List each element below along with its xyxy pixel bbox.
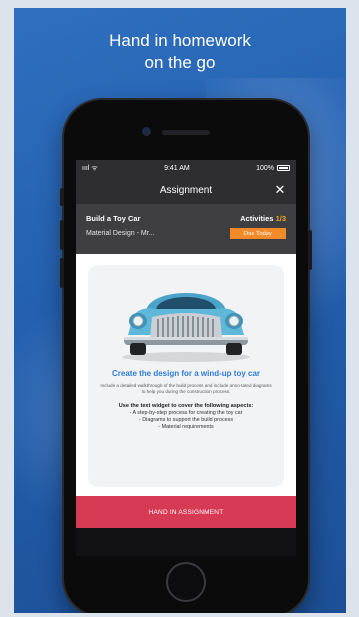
hand-in-assignment-button[interactable]: HAND IN ASSIGNMENT [76,496,296,528]
activities-count: 1/3 [275,214,286,223]
aspect-item: - Diagrams to support the build process [138,417,234,424]
widget-heading: Use the text widget to cover the followi… [118,403,254,410]
status-bar: ıııl ᯤ 9:41 AM 100% [76,160,296,176]
mute-switch [60,188,64,206]
front-camera [142,127,151,136]
assignment-info-bar: Build a Toy Car Activities 1/3 Material … [76,204,296,254]
status-left: ıııl ᯤ [82,164,98,173]
headline: Hand in homework on the go [14,30,346,74]
headline-line-1: Hand in homework [109,31,251,50]
material-subtitle: Material Design - Mr... [86,230,155,237]
close-icon[interactable]: ✕ [272,182,288,198]
battery-percent: 100% [256,164,274,172]
status-right: 100% [256,165,290,172]
phone-device: ıııl ᯤ 9:41 AM 100% Assignment ✕ Build a… [60,100,312,613]
aspect-item: - A step-by-step process for creating th… [129,410,243,417]
screen-title: Assignment [159,184,213,196]
promo-frame: Hand in homework on the go ıııl ᯤ 9:41 A… [14,8,346,613]
bottom-strip [76,528,296,556]
aspects-list: - A step-by-step process for creating th… [88,410,284,431]
volume-down-button [60,258,64,288]
signal-icon: ıııl ᯤ [82,164,98,172]
card-heading: Create the design for a wind-up toy car [111,369,261,378]
navigation-bar: Assignment ✕ [76,176,296,204]
home-button[interactable] [166,562,206,602]
due-badge: Due Today [229,228,286,239]
earpiece-speaker [162,130,210,135]
battery-icon [276,165,290,171]
info-row-bottom: Material Design - Mr... Due Today [86,228,286,239]
card-description: Include a detailed walkthrough of the bu… [100,383,272,395]
assignment-card: Create the design for a wind-up toy car … [88,265,284,487]
assignment-title: Build a Toy Car [86,214,141,223]
app-screen: ıııl ᯤ 9:41 AM 100% Assignment ✕ Build a… [76,160,296,556]
car-illustration [122,293,250,362]
activities-indicator: Activities 1/3 [240,214,286,223]
status-time: 9:41 AM [164,164,190,172]
activities-label: Activities [240,214,274,223]
volume-up-button [60,220,64,250]
info-row-top: Build a Toy Car Activities 1/3 [86,214,286,223]
aspect-item: - Material requirements [158,424,214,431]
headline-line-2: on the go [144,53,216,72]
power-button [308,230,312,270]
